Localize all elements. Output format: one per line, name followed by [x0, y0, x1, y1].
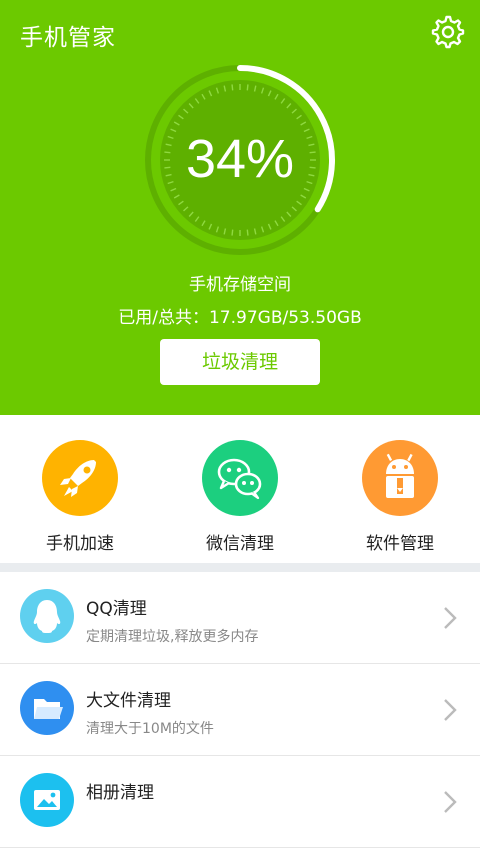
list-item-title: 大文件清理	[86, 691, 171, 711]
tool-app-manager[interactable]: 软件管理	[340, 440, 460, 554]
tool-label: 微信清理	[206, 534, 274, 554]
wechat-icon	[202, 440, 278, 516]
gauge-tick	[231, 84, 234, 91]
storage-label: 手机存储空间	[189, 275, 291, 295]
section-divider	[0, 563, 480, 572]
list-item-title: QQ清理	[86, 599, 147, 619]
image-icon	[20, 773, 74, 827]
storage-usage: 已用/总共：17.97GB/53.50GB	[118, 308, 362, 328]
android-icon	[362, 440, 438, 516]
header: 手机管家 34% 手机存储空间 已用/总共：17.97GB/53.50GB 垃圾…	[0, 0, 480, 415]
gauge-tick	[246, 84, 249, 91]
qq-penguin-icon	[20, 589, 74, 643]
list-item-album-clean[interactable]: 相册清理	[0, 756, 480, 848]
tool-grid: 手机加速 微信清理 软件管理	[0, 415, 480, 563]
list-item-subtitle: 清理大于10M的文件	[86, 721, 214, 737]
list-item-subtitle: 定期清理垃圾,释放更多内存	[86, 629, 259, 645]
settings-gear-icon[interactable]	[428, 12, 468, 52]
tool-wechat-clean[interactable]: 微信清理	[180, 440, 300, 554]
gauge-tick	[246, 229, 249, 236]
chevron-right-icon	[444, 699, 457, 721]
list-item-title: 相册清理	[86, 783, 154, 803]
storage-percent: 34%	[185, 129, 295, 189]
chevron-right-icon	[444, 607, 457, 629]
tool-label: 软件管理	[366, 534, 434, 554]
folder-icon	[20, 681, 74, 735]
chevron-right-icon	[444, 791, 457, 813]
tool-label: 手机加速	[46, 534, 114, 554]
rocket-icon	[42, 440, 118, 516]
clean-list: QQ清理 定期清理垃圾,释放更多内存 大文件清理 清理大于10M的文件 相册清理	[0, 572, 480, 848]
junk-clean-button[interactable]: 垃圾清理	[160, 339, 320, 385]
list-item-qq-clean[interactable]: QQ清理 定期清理垃圾,释放更多内存	[0, 572, 480, 664]
app-title: 手机管家	[20, 25, 116, 51]
list-item-large-file-clean[interactable]: 大文件清理 清理大于10M的文件	[0, 664, 480, 756]
tool-phone-boost[interactable]: 手机加速	[20, 440, 140, 554]
gauge-tick	[231, 229, 234, 236]
